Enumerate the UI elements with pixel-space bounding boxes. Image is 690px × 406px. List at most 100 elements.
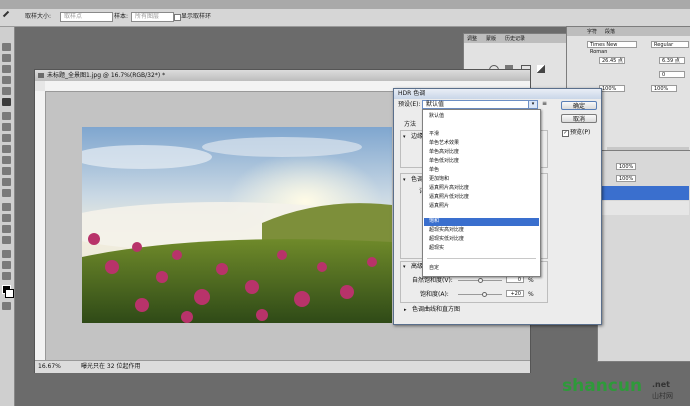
sample-label: 样本: xyxy=(114,13,129,20)
landscape-photo xyxy=(82,127,392,323)
saturation-slider[interactable] xyxy=(458,294,502,295)
sample-select[interactable]: 所有图层 xyxy=(131,12,174,22)
zoom-level[interactable]: 16.67% xyxy=(38,361,61,372)
layer-row-selected[interactable] xyxy=(600,186,689,200)
cancel-button[interactable]: 取消 xyxy=(561,114,597,123)
quick-mask-icon[interactable] xyxy=(2,302,11,310)
move-tool-icon[interactable] xyxy=(2,43,11,51)
preset-option[interactable]: 平滑 xyxy=(429,131,439,138)
3d-rotate-tool-icon[interactable] xyxy=(2,250,11,258)
dialog-title: HDR 色调 xyxy=(398,90,426,97)
dropdown-separator xyxy=(427,258,536,259)
stamp-tool-icon[interactable] xyxy=(2,134,11,142)
tab-masks[interactable]: 蒙版 xyxy=(486,35,496,42)
dropdown-selection-highlight xyxy=(424,218,539,226)
preset-select[interactable]: 默认值 ▾ xyxy=(422,100,538,109)
pen-tool-icon[interactable] xyxy=(2,203,11,211)
history-brush-tool-icon[interactable] xyxy=(2,145,11,153)
watermark-chinese: 山村网 xyxy=(652,392,673,400)
preset-option[interactable]: 逼真照片低对比度 xyxy=(429,194,469,201)
crop-tool-icon[interactable] xyxy=(2,87,11,95)
fill-field[interactable]: 100% xyxy=(616,175,636,182)
leading-field[interactable]: 6.39 点 xyxy=(659,57,685,64)
saturation-label: 饱和度(A): xyxy=(420,291,449,298)
landscape-photo-image xyxy=(82,127,392,323)
preset-menu-icon[interactable]: ≡ xyxy=(542,101,548,107)
vertical-ruler xyxy=(35,91,46,360)
brush-tool-icon[interactable] xyxy=(2,123,11,131)
preset-label: 预设(E): xyxy=(398,101,421,108)
saturation-value[interactable]: +20 xyxy=(506,290,524,297)
preset-option[interactable]: 单色低对比度 xyxy=(429,158,459,165)
app-titlebar xyxy=(0,0,690,9)
preset-option[interactable]: 超现实 xyxy=(429,245,444,252)
font-family-select[interactable]: Times New Roman xyxy=(587,41,637,55)
font-size-field[interactable]: 26.45 点 xyxy=(599,57,625,64)
shancun-watermark: shancun .net 山村网 xyxy=(556,372,690,406)
exposure-icon[interactable] xyxy=(537,65,545,73)
chevron-down-icon[interactable]: ▾ xyxy=(528,101,537,108)
sample-size-select[interactable]: 取样点 xyxy=(60,12,113,22)
adjustments-tabs: 调整 蒙版 历史记录 xyxy=(464,34,568,43)
eyedropper-icon[interactable] xyxy=(2,10,15,23)
dodge-tool-icon[interactable] xyxy=(2,189,11,197)
preset-option[interactable]: 单色 xyxy=(429,167,439,174)
preset-dropdown-list: 默认值 平滑 单色艺术效果 单色高对比度 单色低对比度 单色 更加饱和 逼真照片… xyxy=(422,109,541,277)
saturation-slider-knob[interactable] xyxy=(482,292,487,297)
disclosure-triangle-icon[interactable]: ▾ xyxy=(403,264,406,270)
status-text: 曝光只在 32 位起作用 xyxy=(81,363,141,370)
preset-option-custom[interactable]: 自定 xyxy=(429,265,439,272)
preview-checkbox[interactable]: ✓ xyxy=(562,130,569,137)
vibrance-label: 自然饱和度(V): xyxy=(412,277,453,284)
type-tool-icon[interactable] xyxy=(2,214,11,222)
background-color-swatch[interactable] xyxy=(5,289,14,298)
path-select-tool-icon[interactable] xyxy=(2,225,11,233)
tab-adjustments[interactable]: 调整 xyxy=(467,35,477,42)
disclosure-triangle-icon[interactable]: ▸ xyxy=(404,307,407,313)
eyedropper-tool-icon[interactable] xyxy=(2,98,11,106)
opacity-field[interactable]: 100% xyxy=(616,163,636,170)
font-style-select[interactable]: Regular xyxy=(651,41,689,48)
preset-option[interactable]: 逼真照片 xyxy=(429,203,449,210)
hand-tool-icon[interactable] xyxy=(2,261,11,269)
eraser-tool-icon[interactable] xyxy=(2,156,11,164)
vertical-scale-field[interactable]: 100% xyxy=(599,85,625,92)
preset-option[interactable]: 超现实低对比度 xyxy=(429,236,464,243)
dialog-titlebar[interactable]: HDR 色调 xyxy=(394,89,601,99)
marquee-tool-icon[interactable] xyxy=(2,54,11,62)
gradient-tool-icon[interactable] xyxy=(2,167,11,175)
document-icon xyxy=(38,73,44,78)
layers-panel: 100% 100% xyxy=(597,150,690,362)
tools-panel xyxy=(0,27,15,406)
preset-option[interactable]: 单色艺术效果 xyxy=(429,140,459,147)
method-label: 方法 xyxy=(404,121,417,128)
watermark-brand: shancun xyxy=(562,376,643,396)
zoom-tool-icon[interactable] xyxy=(2,272,11,280)
preset-option[interactable]: 逼真照片高对比度 xyxy=(429,185,469,192)
preset-option[interactable]: 默认值 xyxy=(429,113,444,120)
show-ring-checkbox[interactable] xyxy=(174,14,181,21)
vibrance-slider-knob[interactable] xyxy=(478,278,483,283)
preset-option[interactable]: 单色高对比度 xyxy=(429,149,459,156)
layer-row[interactable] xyxy=(600,201,689,215)
healing-tool-icon[interactable] xyxy=(2,112,11,120)
shape-tool-icon[interactable] xyxy=(2,236,11,244)
vibrance-value[interactable]: 0 xyxy=(506,276,524,283)
blur-tool-icon[interactable] xyxy=(2,178,11,186)
tracking-field[interactable]: 0 xyxy=(659,71,685,78)
preset-option[interactable]: 超现实高对比度 xyxy=(429,227,464,234)
ok-button[interactable]: 确定 xyxy=(561,101,597,110)
quick-select-tool-icon[interactable] xyxy=(2,76,11,84)
disclosure-triangle-icon[interactable]: ▾ xyxy=(403,177,406,183)
preset-option-selected[interactable]: 饱和 xyxy=(429,218,439,225)
tab-paragraph[interactable]: 段落 xyxy=(605,28,615,35)
tab-history[interactable]: 历史记录 xyxy=(505,35,525,42)
tab-character[interactable]: 字符 xyxy=(587,28,597,35)
toning-curve-label[interactable]: 色调曲线和直方图 xyxy=(412,306,460,313)
lasso-tool-icon[interactable] xyxy=(2,65,11,73)
document-tab[interactable]: 未标题_全景图1.jpg @ 16.7%(RGB/32*) * xyxy=(35,70,530,81)
saturation-percent: % xyxy=(528,291,534,298)
preset-option[interactable]: 更加饱和 xyxy=(429,176,449,183)
horizontal-scale-field[interactable]: 100% xyxy=(651,85,677,92)
disclosure-triangle-icon[interactable]: ▾ xyxy=(403,134,406,140)
